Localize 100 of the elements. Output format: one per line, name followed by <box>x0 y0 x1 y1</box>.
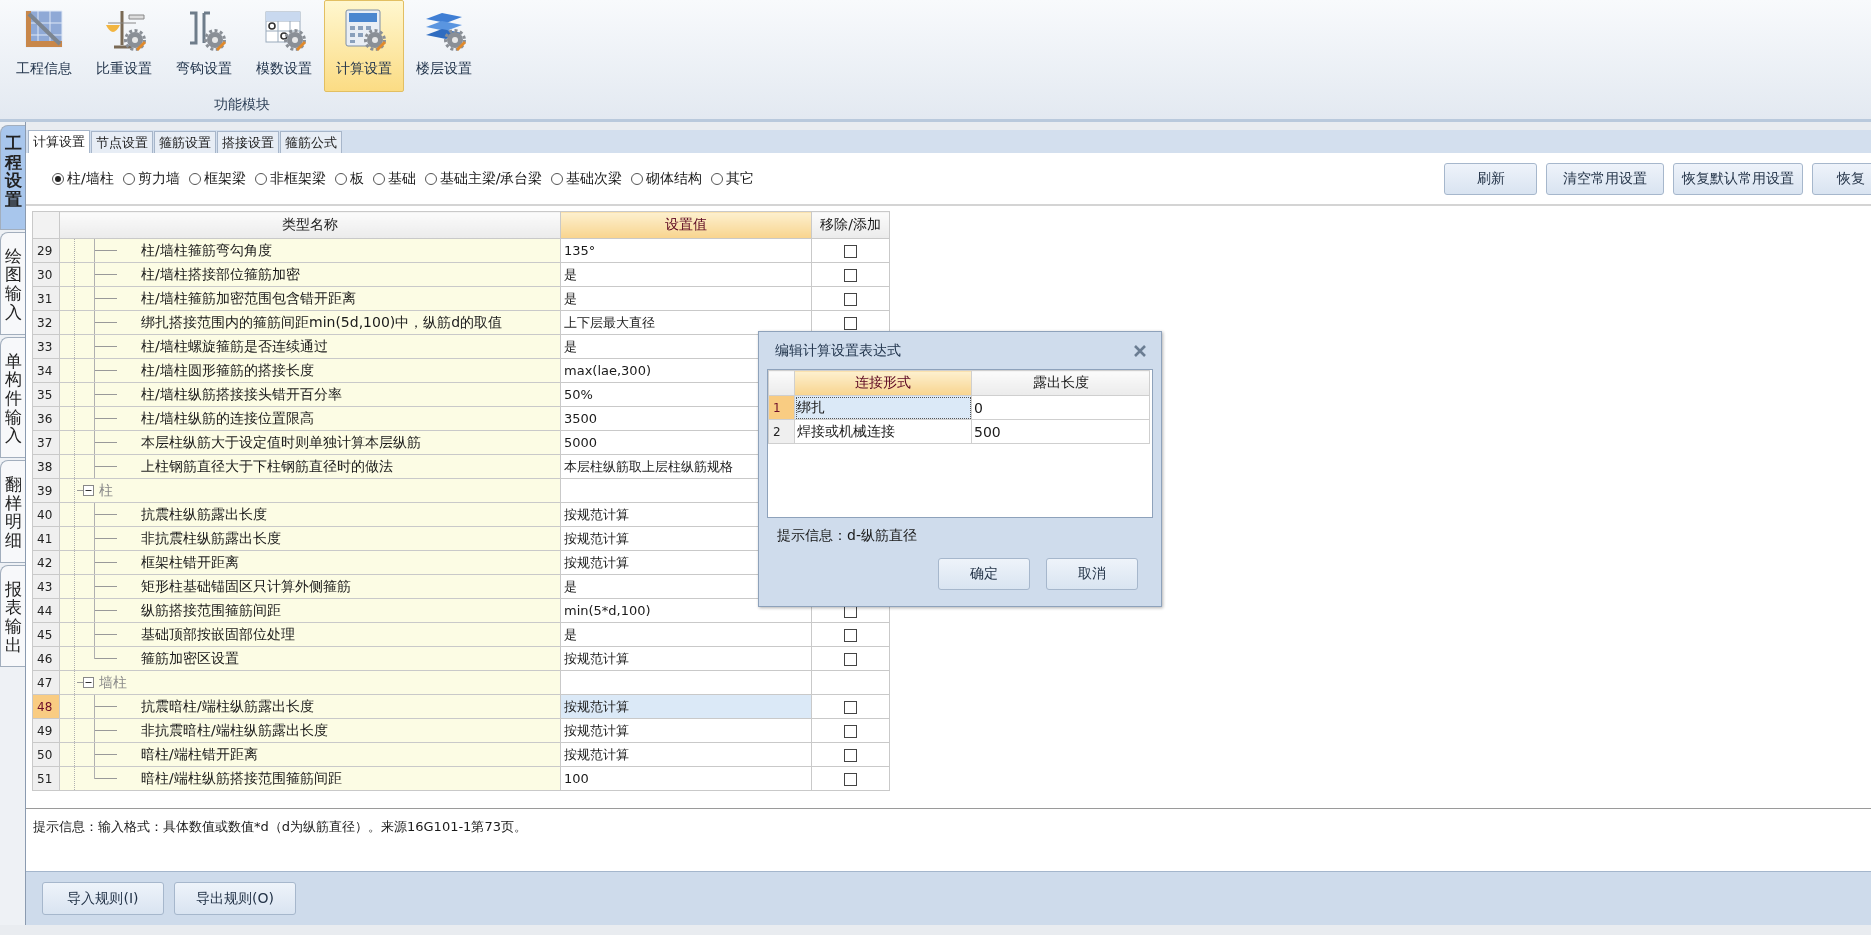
ruler-grid-icon <box>22 7 66 51</box>
checkbox[interactable] <box>844 245 857 258</box>
row-number: 34 <box>32 358 60 383</box>
row-number: 50 <box>32 742 60 767</box>
footer-button[interactable]: 导入规则(I) <box>42 882 164 915</box>
checkbox[interactable] <box>844 725 857 738</box>
radio-circle[interactable] <box>334 172 347 185</box>
column-header[interactable]: 移除/添加 <box>811 211 890 239</box>
action-button[interactable]: 刷新 <box>1444 162 1537 195</box>
checkbox[interactable] <box>844 653 857 666</box>
column-header[interactable]: 连接形式 <box>794 370 972 396</box>
row-number: 2 <box>768 419 795 444</box>
action-button[interactable]: 恢复默认常用设置 <box>1673 162 1803 195</box>
column-header[interactable]: 设置值 <box>560 211 812 239</box>
row-number: 45 <box>32 622 60 647</box>
table-cell: 是 <box>560 622 812 647</box>
radio-option[interactable]: 框架梁 <box>188 169 246 188</box>
table-cell: 500 <box>971 419 1150 444</box>
group-label: 功能模块 <box>213 96 271 114</box>
radio-circle[interactable] <box>372 172 385 185</box>
table-cell: 绑扎 <box>794 395 972 420</box>
radio-option[interactable]: 砌体结构 <box>631 169 703 188</box>
table-cell: 100 <box>560 766 812 791</box>
radio-option[interactable]: 剪力墙 <box>122 169 180 188</box>
setting-name: 柱/墙柱箍筋弯勾角度 <box>141 241 272 260</box>
dialog-button[interactable]: 取消 <box>1046 558 1138 590</box>
tab[interactable]: 箍筋设置 <box>154 131 216 153</box>
tab[interactable]: 搭接设置 <box>217 131 279 153</box>
side-tab[interactable]: 绘图输入 <box>0 231 25 335</box>
row-number: 46 <box>32 646 60 671</box>
radio-option[interactable]: 非框架梁 <box>254 169 326 188</box>
radio-circle[interactable] <box>424 172 437 185</box>
setting-name: 暗柱/端柱纵筋搭接范围箍筋间距 <box>141 769 342 788</box>
toolbar-button[interactable]: 楼层设置 <box>404 0 484 92</box>
row-number: 36 <box>32 406 60 431</box>
radio-option[interactable]: 其它 <box>711 169 755 188</box>
row-number: 38 <box>32 454 60 479</box>
radio-circle[interactable] <box>254 172 267 185</box>
checkbox[interactable] <box>844 773 857 786</box>
dialog-button[interactable]: 确定 <box>938 558 1030 590</box>
row-number: 48 <box>32 694 60 719</box>
toolbar-button[interactable]: 计算设置 <box>324 0 404 92</box>
action-button[interactable]: 清空常用设置 <box>1546 162 1664 195</box>
setting-name: 基础顶部按嵌固部位处理 <box>141 625 295 644</box>
radio-option[interactable]: 基础次梁 <box>551 169 623 188</box>
checkbox[interactable] <box>844 749 857 762</box>
side-tab[interactable]: 单构件输入 <box>0 336 25 458</box>
row-number: 1 <box>768 395 795 420</box>
toolbar-button[interactable]: 模数设置 <box>244 0 324 92</box>
checkbox[interactable] <box>844 629 857 642</box>
setting-name: 柱/墙柱圆形箍筋的搭接长度 <box>141 361 314 380</box>
radio-circle[interactable] <box>52 172 64 185</box>
radio-option[interactable]: 板 <box>334 169 364 188</box>
column-header[interactable]: 类型名称 <box>59 211 561 239</box>
setting-name: 纵筋搭接范围箍筋间距 <box>141 601 281 620</box>
side-tab[interactable]: 报表输出 <box>0 564 25 668</box>
checkbox[interactable] <box>844 293 857 306</box>
checkbox[interactable] <box>844 317 857 330</box>
setting-name: 抗震暗柱/端柱纵筋露出长度 <box>141 697 314 716</box>
hint-text: 提示信息：输入格式：具体数值或数值*d（d为纵筋直径）。来源16G101-1第73页。 <box>32 818 528 836</box>
tool-label: 模数设置 <box>256 60 312 78</box>
collapse-icon[interactable] <box>83 485 94 496</box>
toolbar-button[interactable]: 工程信息 <box>4 0 84 92</box>
setting-name: 非抗震暗柱/端柱纵筋露出长度 <box>141 721 328 740</box>
radio-circle[interactable] <box>631 172 644 185</box>
row-number: 41 <box>32 526 60 551</box>
toolbar-button[interactable]: 比重设置 <box>84 0 164 92</box>
setting-name: 暗柱/端柱错开距离 <box>141 745 258 764</box>
checkbox[interactable] <box>844 269 857 282</box>
collapse-icon[interactable] <box>83 677 94 688</box>
radio-option[interactable]: 柱/墙柱 <box>52 169 114 188</box>
row-number: 32 <box>32 310 60 335</box>
close-icon[interactable] <box>1133 344 1147 357</box>
radio-circle[interactable] <box>711 172 724 185</box>
group-name: 柱 <box>99 481 113 500</box>
side-tab[interactable]: 工程设置 <box>0 125 25 230</box>
tool-label: 比重设置 <box>96 60 152 78</box>
radio-option[interactable]: 基础 <box>372 169 416 188</box>
radio-circle[interactable] <box>551 172 564 185</box>
table-cell: 是 <box>560 286 812 311</box>
action-button[interactable]: 恢复 <box>1812 162 1871 195</box>
tab[interactable]: 计算设置 <box>28 130 90 153</box>
radio-option[interactable]: 基础主梁/承台梁 <box>424 169 543 188</box>
toolbar-button[interactable]: 弯钩设置 <box>164 0 244 92</box>
radio-circle[interactable] <box>122 172 135 185</box>
checkbox[interactable] <box>844 701 857 714</box>
setting-name: 矩形柱基础锚固区只计算外侧箍筋 <box>141 577 351 596</box>
side-tab[interactable]: 翻样明细 <box>0 459 25 563</box>
table-cell: 焊接或机械连接 <box>794 419 972 444</box>
row-number: 31 <box>32 286 60 311</box>
table-cell: 按规范计算 <box>560 646 812 671</box>
setting-name: 非抗震柱纵筋露出长度 <box>141 529 281 548</box>
tab[interactable]: 箍筋公式 <box>280 131 342 153</box>
tool-label: 弯钩设置 <box>176 60 232 78</box>
setting-name: 箍筋加密区设置 <box>141 649 239 668</box>
footer-button[interactable]: 导出规则(O) <box>174 882 296 915</box>
column-header[interactable]: 露出长度 <box>971 370 1150 396</box>
row-number: 29 <box>32 238 60 263</box>
radio-circle[interactable] <box>188 172 201 185</box>
tab[interactable]: 节点设置 <box>91 131 153 153</box>
